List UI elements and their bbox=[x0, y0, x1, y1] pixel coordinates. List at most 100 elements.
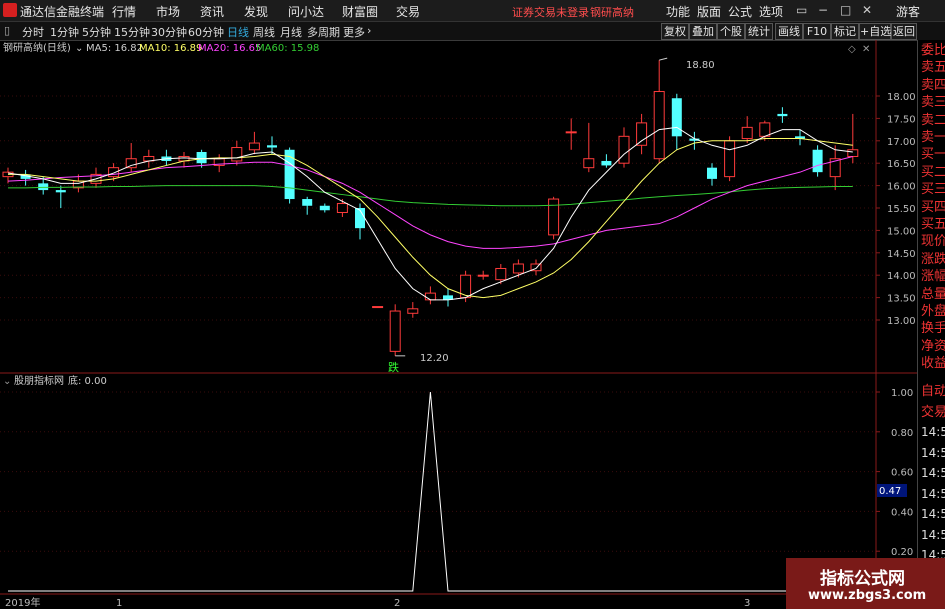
menu-zixun[interactable]: 资讯 bbox=[200, 3, 224, 20]
candle-body bbox=[284, 149, 295, 200]
menu-toggle-icon[interactable]: ▭ bbox=[796, 3, 807, 17]
candle-body bbox=[231, 147, 243, 162]
candle-body bbox=[248, 142, 260, 151]
candle-body bbox=[125, 158, 137, 169]
price-tick-label: 15.50 bbox=[887, 204, 916, 215]
watermark: 指标公式网 www.zbgs3.com bbox=[786, 558, 945, 609]
menu-xuanxiang[interactable]: 选项 bbox=[759, 3, 783, 20]
button-diejia[interactable]: 叠加 bbox=[689, 23, 717, 40]
ma-lines bbox=[7, 57, 853, 357]
ma60-line bbox=[8, 185, 853, 207]
candle-body bbox=[741, 126, 753, 140]
candles bbox=[2, 60, 859, 356]
indicator-line bbox=[8, 391, 853, 592]
watermark-url: www.zbgs3.com bbox=[808, 588, 927, 603]
quote-label: 委比 bbox=[921, 43, 945, 58]
candle-body bbox=[671, 98, 682, 137]
maximize-icon[interactable]: □ bbox=[840, 3, 851, 17]
menu-wenxiaoda[interactable]: 问小达 bbox=[288, 3, 324, 20]
menu-shichang[interactable]: 市场 bbox=[156, 3, 180, 20]
quote-label: 收益 bbox=[921, 356, 945, 372]
candle-body bbox=[653, 91, 665, 160]
menu-banmian[interactable]: 版面 bbox=[697, 3, 721, 20]
quote-label: 卖二 bbox=[921, 112, 945, 128]
low-annotation: 12.20 bbox=[420, 353, 449, 364]
more-arrow-icon[interactable]: › bbox=[367, 24, 371, 37]
period-fenshi[interactable]: 分时 bbox=[22, 24, 44, 40]
quote-label: 涨幅 bbox=[921, 269, 945, 285]
candle-body bbox=[302, 199, 313, 206]
menu-faxian[interactable]: 发现 bbox=[244, 3, 268, 20]
candle-body bbox=[407, 308, 419, 314]
indicator-polyline bbox=[8, 391, 853, 592]
diamond-icon[interactable]: ◇ bbox=[848, 44, 856, 55]
period-1min[interactable]: 1分钟 bbox=[50, 24, 79, 40]
price-tick-label: 14.50 bbox=[887, 249, 916, 260]
menu-caifuquan[interactable]: 财富圈 bbox=[342, 3, 378, 20]
trade-label: 交易 bbox=[921, 404, 945, 420]
candle-body bbox=[196, 152, 207, 164]
price-tick-label: 16.50 bbox=[887, 159, 916, 170]
close-icon[interactable]: ✕ bbox=[862, 3, 872, 17]
quote-label: 净资 bbox=[921, 338, 945, 354]
button-gegu[interactable]: 个股 bbox=[717, 23, 745, 40]
button-biaoji[interactable]: 标记 bbox=[831, 23, 859, 40]
close-pane-icon[interactable]: ✕ bbox=[862, 44, 870, 55]
button-add-watchlist[interactable]: +自选 bbox=[859, 23, 891, 40]
trade-time: 14:56 bbox=[921, 507, 945, 521]
candle-body bbox=[601, 160, 612, 166]
quote-label: 卖三 bbox=[921, 95, 945, 111]
menu-jiaoyi[interactable]: 交易 bbox=[396, 3, 420, 20]
button-back[interactable]: 返回 bbox=[891, 23, 917, 40]
price-tick-label: 16.00 bbox=[887, 182, 916, 193]
trade-label: 自动 bbox=[921, 384, 945, 399]
period-week[interactable]: 周线 bbox=[253, 24, 275, 40]
period-more[interactable]: 更多 bbox=[343, 24, 365, 40]
period-day[interactable]: 日线 bbox=[227, 24, 249, 40]
user-label[interactable]: 游客 bbox=[896, 3, 920, 20]
quote-label: 买一 bbox=[921, 147, 945, 163]
panel-toggle-icon[interactable]: ▯ bbox=[4, 24, 10, 37]
indicator-tick-label: 1.00 bbox=[891, 388, 913, 399]
price-tick-label: 13.50 bbox=[887, 294, 916, 305]
candle-body bbox=[636, 122, 648, 146]
time-label-year: 2019年 bbox=[5, 596, 40, 609]
period-multi[interactable]: 多周期 bbox=[307, 24, 340, 40]
candle-body bbox=[583, 158, 595, 169]
minimize-icon[interactable]: − bbox=[818, 3, 828, 17]
period-5min[interactable]: 5分钟 bbox=[82, 24, 111, 40]
button-f10[interactable]: F10 bbox=[803, 23, 831, 40]
high-annotation: 18.80 bbox=[686, 60, 715, 71]
price-tick-label: 17.50 bbox=[887, 114, 916, 125]
period-30min[interactable]: 30分钟 bbox=[151, 24, 187, 40]
quote-label: 买二 bbox=[921, 164, 945, 180]
button-huaxian[interactable]: 画线 bbox=[775, 23, 803, 40]
candle-body bbox=[618, 135, 630, 164]
menu-bar: 通达信金融终端 行情 市场 资讯 发现 问小达 财富圈 交易 证券交易未登录 钢… bbox=[0, 0, 945, 22]
candle-body bbox=[477, 274, 489, 277]
indicator-dropdown-icon[interactable]: ⌄ bbox=[3, 376, 11, 387]
login-notice[interactable]: 证券交易未登录 bbox=[512, 4, 589, 20]
menu-hangqing[interactable]: 行情 bbox=[112, 3, 136, 20]
candle-body bbox=[759, 122, 771, 137]
quote-label: 卖四 bbox=[921, 77, 945, 93]
candle-body bbox=[424, 292, 436, 301]
candle-body bbox=[38, 183, 49, 191]
kline-chart[interactable]: 18.00 17.50 17.00 16.50 16.00 15.50 15.00 14.50… bbox=[0, 40, 917, 609]
button-fuquan[interactable]: 复权 bbox=[661, 23, 689, 40]
ma10-label: MA10: 16.89 bbox=[139, 43, 202, 54]
menu-gongshi[interactable]: 公式 bbox=[728, 3, 752, 20]
button-tongji[interactable]: 统计 bbox=[745, 23, 773, 40]
quote-label: 买四 bbox=[921, 199, 945, 215]
quote-label: 买三 bbox=[921, 182, 945, 198]
period-month[interactable]: 月线 bbox=[280, 24, 302, 40]
price-tick-label: 15.00 bbox=[887, 226, 916, 237]
candle-body bbox=[372, 306, 384, 309]
period-60min[interactable]: 60分钟 bbox=[188, 24, 224, 40]
dropdown-icon[interactable]: ⌄ bbox=[75, 43, 83, 54]
quote-label: 买五 bbox=[921, 217, 945, 232]
indicator-tick-label: 0.40 bbox=[891, 507, 913, 518]
menu-gongneng[interactable]: 功能 bbox=[666, 3, 690, 20]
period-15min[interactable]: 15分钟 bbox=[114, 24, 150, 40]
trade-time: 14:56 bbox=[921, 445, 945, 460]
